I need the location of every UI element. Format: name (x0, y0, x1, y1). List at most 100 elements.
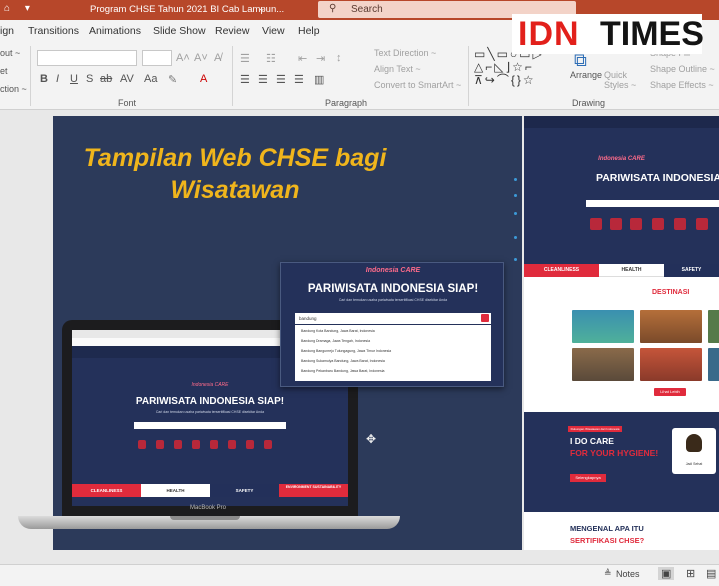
destination-thumb (572, 310, 634, 343)
cursor-icon: ✥ (366, 432, 377, 446)
popup-search-input: bandung (295, 313, 491, 324)
destinasi-more-button: Lihat Lebih (654, 388, 686, 396)
shapes-gallery[interactable]: ▭╲▭○▭▷ △⌐◺⌋☆⌐ ⊼↪⌒{}☆ (474, 48, 564, 88)
italic-icon[interactable]: I (56, 73, 59, 85)
notes-icon[interactable]: ≜ (604, 568, 612, 579)
search-icon: ⚲ (329, 3, 337, 14)
popup-result: Bandung Kota Bandung, Jawa Barat, Indone… (301, 329, 375, 333)
popup-brand: Indonesia CARE (365, 267, 421, 274)
destination-thumb (572, 348, 634, 381)
align-center-icon[interactable]: ☰ (258, 73, 268, 86)
align-left-icon[interactable]: ☰ (240, 73, 250, 86)
font-size-select[interactable] (142, 50, 172, 66)
website-tab-safety: SAFETY (664, 264, 719, 277)
tab-design[interactable]: ign (0, 25, 14, 37)
increase-indent-icon[interactable]: ⇥ (316, 52, 325, 65)
highlight-icon[interactable]: ✎ (168, 73, 177, 86)
increase-font-icon[interactable]: A˄ (176, 52, 190, 64)
tab-review[interactable]: Review (215, 25, 249, 37)
normal-view-icon[interactable]: ▣ (658, 567, 675, 580)
tab-view[interactable]: View (262, 25, 285, 37)
care-line-2: FOR YOUR HYGIENE! (570, 448, 659, 458)
mask-label: Jadi Sehat (685, 462, 703, 466)
font-name-select[interactable] (37, 50, 137, 66)
destination-thumb (640, 348, 702, 381)
search-placeholder: Search (351, 4, 383, 15)
destination-thumb (640, 310, 702, 343)
arrange-button[interactable]: Arrange (570, 70, 602, 80)
strikethrough-icon[interactable]: ab (100, 73, 112, 85)
laptop-headline: PARIWISATA INDONESIA SIAP! (135, 396, 285, 407)
tab-transitions[interactable]: Transitions (28, 25, 79, 37)
align-right-icon[interactable]: ☰ (276, 73, 286, 86)
justify-icon[interactable]: ☰ (294, 73, 304, 86)
columns-icon[interactable]: ▥ (314, 73, 324, 86)
laptop-search-bar (134, 422, 286, 429)
tab-slide-show[interactable]: Slide Show (153, 25, 206, 37)
document-title: Program CHSE Tahun 2021 BI Cab Lampun... (90, 4, 285, 15)
laptop-tab-health: HEALTH (141, 484, 210, 497)
popup-search-icon (481, 314, 489, 322)
notes-button[interactable]: Notes (616, 569, 640, 579)
popup-result: Bandung Dramaga, Jawa Tengah, Indonesia (301, 339, 371, 343)
quick-styles-button[interactable]: Quick Styles ~ (604, 70, 640, 90)
website-screenshot: Indonesia CARE PARIWISATA INDONESIA SIAP… (524, 116, 719, 550)
website-headline: PARIWISATA INDONESIA SIAP! (596, 172, 719, 184)
title-chevron-icon[interactable]: ⌄ (258, 3, 266, 14)
tab-animations[interactable]: Animations (89, 25, 141, 37)
search-popup-screenshot: Indonesia CARE PARIWISATA INDONESIA SIAP… (280, 262, 504, 387)
text-direction-button[interactable]: Text Direction ~ (374, 48, 436, 58)
laptop-notch (170, 516, 240, 520)
care-line-1: I DO CARE (570, 436, 614, 446)
status-bar: ≜ Notes ▣ ⊞ ▤ (0, 564, 719, 586)
laptop-tab-safety: SAFETY (210, 484, 279, 497)
care-more-button: Selengkapnya (570, 474, 606, 482)
bullets-icon[interactable]: ☰ (240, 52, 250, 65)
slide-title-line-1: Tampilan Web CHSE bagi (83, 144, 387, 172)
convert-smartart-button[interactable]: Convert to SmartArt ~ (374, 80, 461, 90)
popup-headline: PARIWISATA INDONESIA SIAP! (307, 283, 479, 295)
website-tab-health: HEALTH (599, 264, 664, 277)
slide-title[interactable]: Tampilan Web CHSE bagi Wisatawan (60, 142, 410, 206)
numbering-icon[interactable]: ☷ (266, 52, 276, 65)
laptop-tab-environment: ENVIRONMENT SUSTAINABILITY (279, 484, 348, 497)
website-tab-cleanliness: CLEANLINESS (524, 264, 599, 277)
change-case-icon[interactable]: Aa (144, 73, 157, 85)
popup-result: Bandung Bangunrejo Tulungagung, Jawa Tim… (301, 349, 392, 353)
mask-card: Jadi Sehat (672, 428, 716, 474)
ribbon-section-label[interactable]: ction ~ (0, 84, 27, 94)
website-hero: Indonesia CARE PARIWISATA INDONESIA SIAP… (524, 116, 719, 264)
slide-sorter-icon[interactable]: ⊞ (686, 567, 695, 580)
shape-outline-button[interactable]: Shape Outline ~ (650, 64, 715, 74)
decrease-font-icon[interactable]: A˅ (194, 52, 208, 64)
popup-search-value: bandung (299, 316, 317, 321)
care-section: Dukungan Wisatawan dari Indonesia I DO C… (524, 412, 719, 512)
tab-help[interactable]: Help (298, 25, 320, 37)
care-badge: Dukungan Wisatawan dari Indonesia (568, 426, 622, 432)
ribbon-reset-label[interactable]: et (0, 66, 8, 76)
font-color-icon[interactable]: A (200, 73, 207, 85)
destinasi-title: DESTINASI (652, 289, 690, 296)
quick-access-icons[interactable]: ⌂ ▾ (4, 3, 36, 14)
laptop-tab-cleanliness: CLEANLINESS (72, 484, 141, 497)
shape-effects-button[interactable]: Shape Effects ~ (650, 80, 714, 90)
laptop-model-label: MacBook Pro (190, 505, 227, 511)
drawing-group-label: Drawing (572, 98, 606, 108)
clear-format-icon[interactable]: A̸ (214, 52, 221, 64)
shadow-icon[interactable]: S (86, 73, 93, 85)
align-text-button[interactable]: Align Text ~ (374, 64, 421, 74)
website-search (586, 200, 719, 207)
faq-line-1: MENGENAL APA ITU (570, 524, 644, 533)
paragraph-group-label: Paragraph (325, 98, 368, 108)
line-spacing-icon[interactable]: ↕ (336, 52, 342, 64)
bold-icon[interactable]: B (40, 73, 48, 85)
reading-view-icon[interactable]: ▤ (706, 567, 716, 580)
logo-times: TIMES (600, 15, 704, 53)
faq-line-2: SERTIFIKASI CHSE? (570, 536, 645, 545)
decrease-indent-icon[interactable]: ⇤ (298, 52, 307, 65)
ribbon-layout-label[interactable]: out ~ (0, 48, 20, 58)
popup-result: Bandung Pekanbaru Bandung, Jawa Barat, I… (301, 369, 385, 373)
underline-icon[interactable]: U (70, 73, 78, 85)
char-spacing-icon[interactable]: AV (120, 73, 134, 85)
website-brand: Indonesia CARE (598, 156, 645, 162)
